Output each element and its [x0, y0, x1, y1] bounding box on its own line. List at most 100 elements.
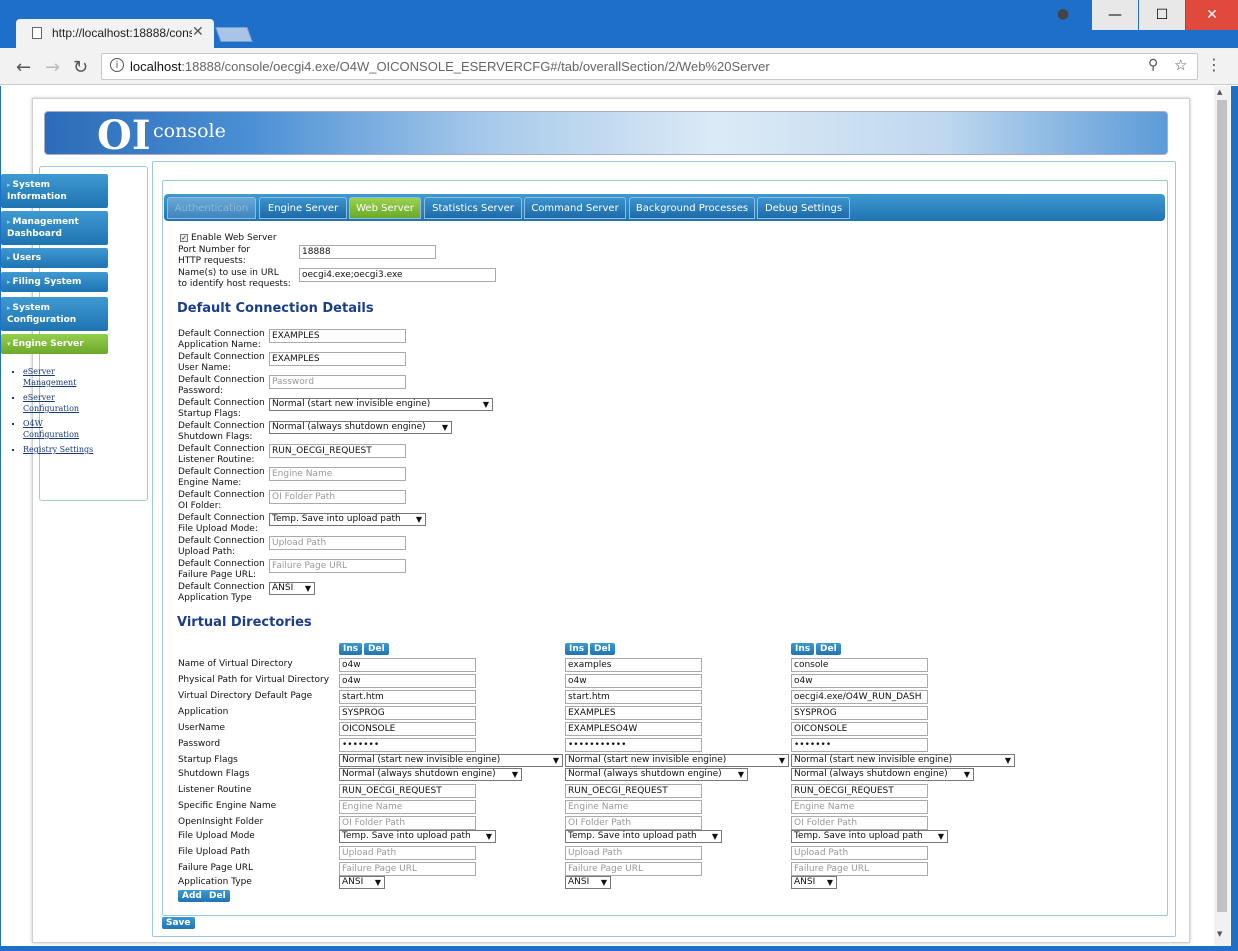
tab-authentication[interactable]: Authentication	[167, 197, 256, 219]
vdir-startup-select[interactable]: Normal (start new invisible engine) ▼	[791, 754, 1015, 767]
sidebar-item-filing-system[interactable]: ▸ Filing System	[1, 272, 108, 292]
vdir-password-input[interactable]: •••••••	[339, 738, 476, 752]
vdir-ins-button[interactable]: Ins	[791, 643, 815, 655]
names-input[interactable]: oecgi4.exe;oecgi3.exe	[299, 268, 496, 282]
browser-tab[interactable]: http://localhost:18888/console ✕	[16, 19, 214, 48]
sidebar-item-users[interactable]: ▸ Users	[1, 248, 108, 268]
submenu-item-eserver-management[interactable]: eServer Management	[23, 366, 100, 388]
del-button[interactable]: Del	[205, 890, 230, 902]
scroll-up-icon[interactable]: ▲	[1217, 88, 1222, 96]
user-icon[interactable]: ●	[1057, 6, 1075, 24]
close-icon[interactable]: ✕	[192, 24, 204, 40]
scrollbar-thumb[interactable]	[1217, 100, 1227, 912]
vdir-upload-input[interactable]: Upload Path	[339, 846, 476, 860]
save-button[interactable]: Save	[162, 917, 195, 929]
forward-icon[interactable]: →	[45, 57, 60, 78]
default-startup-flags-select[interactable]: Normal (start new invisible engine) ▼	[269, 398, 493, 411]
new-tab-button[interactable]	[215, 27, 253, 42]
vdir-app-input[interactable]: EXAMPLES	[565, 706, 702, 720]
sidebar-item-management-dashboard[interactable]: ▸ Management Dashboard	[1, 211, 108, 245]
default-user-name-input[interactable]: EXAMPLES	[269, 352, 406, 366]
vdir-path-input[interactable]: o4w	[339, 674, 476, 688]
vdir-del-button[interactable]: Del	[590, 643, 615, 655]
vdir-password-input[interactable]: •••••••	[791, 738, 928, 752]
submenu-item-registry-settings[interactable]: Registry Settings	[23, 444, 100, 455]
close-window-button[interactable]: ✕	[1186, 0, 1238, 30]
vdir-user-input[interactable]: EXAMPLESO4W	[565, 722, 702, 736]
address-bar[interactable]: i localhost:18888/console/oecgi4.exe/O4W…	[101, 53, 1198, 80]
vdir-name-input[interactable]: examples	[565, 658, 702, 672]
zoom-icon[interactable]: ⚲	[1148, 57, 1158, 73]
tab-engine-server[interactable]: Engine Server	[259, 197, 347, 219]
reload-icon[interactable]: ↻	[73, 57, 88, 78]
vdir-del-button[interactable]: Del	[364, 643, 389, 655]
sidebar-item-system-configuration[interactable]: ▸ System Configuration	[1, 297, 108, 331]
vdir-startup-select[interactable]: Normal (start new invisible engine) ▼	[565, 754, 789, 767]
vdir-upload_mode-select[interactable]: Temp. Save into upload path ▼	[339, 830, 496, 843]
vdir-page-input[interactable]: start.htm	[565, 690, 702, 704]
vdir-upload_mode-select[interactable]: Temp. Save into upload path ▼	[791, 830, 948, 843]
vdir-folder-input[interactable]: OI Folder Path	[565, 816, 702, 830]
vdir-app_type-select[interactable]: ANSI ▼	[339, 876, 385, 889]
vdir-failure-input[interactable]: Failure Page URL	[791, 862, 928, 876]
add-button[interactable]: Add	[178, 890, 206, 902]
default-password-input[interactable]: Password	[269, 375, 406, 389]
vdir-listener-input[interactable]: RUN_OECGI_REQUEST	[791, 784, 928, 798]
vdir-app_type-select[interactable]: ANSI ▼	[791, 876, 837, 889]
enable-web-server-checkbox[interactable]: ✓	[180, 234, 188, 242]
vdir-startup-select[interactable]: Normal (start new invisible engine) ▼	[339, 754, 563, 767]
default-listener-routine-input[interactable]: RUN_OECGI_REQUEST	[269, 444, 406, 458]
vdir-page-input[interactable]: oecgi4.exe/O4W_RUN_DASH	[791, 690, 928, 704]
vdir-upload_mode-select[interactable]: Temp. Save into upload path ▼	[565, 830, 722, 843]
tab-background-processes[interactable]: Background Processes	[629, 197, 755, 219]
vdir-folder-input[interactable]: OI Folder Path	[791, 816, 928, 830]
sidebar-item-engine-server[interactable]: ▾ Engine Server	[1, 334, 108, 354]
vdir-shutdown-select[interactable]: Normal (always shutdown engine) ▼	[791, 768, 974, 781]
vdir-del-button[interactable]: Del	[816, 643, 841, 655]
sidebar-item-system-information[interactable]: ▸ System Information	[1, 174, 108, 208]
vdir-ins-button[interactable]: Ins	[565, 643, 589, 655]
minimize-button[interactable]: —	[1092, 0, 1138, 30]
tab-statistics-server[interactable]: Statistics Server	[424, 197, 522, 219]
scroll-down-icon[interactable]: ▼	[1217, 930, 1222, 938]
vdir-listener-input[interactable]: RUN_OECGI_REQUEST	[339, 784, 476, 798]
vdir-engine-input[interactable]: Engine Name	[791, 800, 928, 814]
vdir-user-input[interactable]: OICONSOLE	[791, 722, 928, 736]
default-application-name-input[interactable]: EXAMPLES	[269, 329, 406, 343]
vdir-path-input[interactable]: o4w	[791, 674, 928, 688]
vertical-scrollbar[interactable]: ▲ ▼	[1214, 86, 1230, 946]
default-shutdown-flags-select[interactable]: Normal (always shutdown engine) ▼	[269, 421, 452, 434]
submenu-item-o4w-configuration[interactable]: O4W Configuration	[23, 418, 100, 440]
vdir-app-input[interactable]: SYSPROG	[791, 706, 928, 720]
vdir-shutdown-select[interactable]: Normal (always shutdown engine) ▼	[565, 768, 748, 781]
default-engine-name-input[interactable]: Engine Name	[269, 467, 406, 481]
back-icon[interactable]: ←	[16, 57, 31, 78]
tab-web-server[interactable]: Web Server	[349, 197, 421, 219]
default-oi-folder-input[interactable]: OI Folder Path	[269, 490, 406, 504]
submenu-item-eserver-configuration[interactable]: eServer Configuration	[23, 392, 100, 414]
vdir-engine-input[interactable]: Engine Name	[339, 800, 476, 814]
vdir-failure-input[interactable]: Failure Page URL	[339, 862, 476, 876]
vdir-upload-input[interactable]: Upload Path	[565, 846, 702, 860]
vdir-path-input[interactable]: o4w	[565, 674, 702, 688]
vdir-engine-input[interactable]: Engine Name	[565, 800, 702, 814]
vdir-app_type-select[interactable]: ANSI ▼	[565, 876, 611, 889]
vdir-user-input[interactable]: OICONSOLE	[339, 722, 476, 736]
tab-command-server[interactable]: Command Server	[524, 197, 626, 219]
default-application-type-select[interactable]: ANSI ▼	[269, 582, 315, 595]
port-input[interactable]: 18888	[299, 245, 436, 259]
star-icon[interactable]: ☆	[1174, 56, 1187, 74]
maximize-button[interactable]: ☐	[1139, 0, 1185, 30]
default-failure-page-url-input[interactable]: Failure Page URL	[269, 559, 406, 573]
vdir-password-input[interactable]: •••••••••••	[565, 738, 702, 752]
vdir-name-input[interactable]: o4w	[339, 658, 476, 672]
vdir-folder-input[interactable]: OI Folder Path	[339, 816, 476, 830]
default-file-upload-mode-select[interactable]: Temp. Save into upload path ▼	[269, 513, 426, 526]
menu-icon[interactable]: ⋮	[1206, 55, 1222, 74]
tab-debug-settings[interactable]: Debug Settings	[757, 197, 850, 219]
vdir-ins-button[interactable]: Ins	[339, 643, 363, 655]
vdir-listener-input[interactable]: RUN_OECGI_REQUEST	[565, 784, 702, 798]
vdir-app-input[interactable]: SYSPROG	[339, 706, 476, 720]
vdir-name-input[interactable]: console	[791, 658, 928, 672]
vdir-upload-input[interactable]: Upload Path	[791, 846, 928, 860]
